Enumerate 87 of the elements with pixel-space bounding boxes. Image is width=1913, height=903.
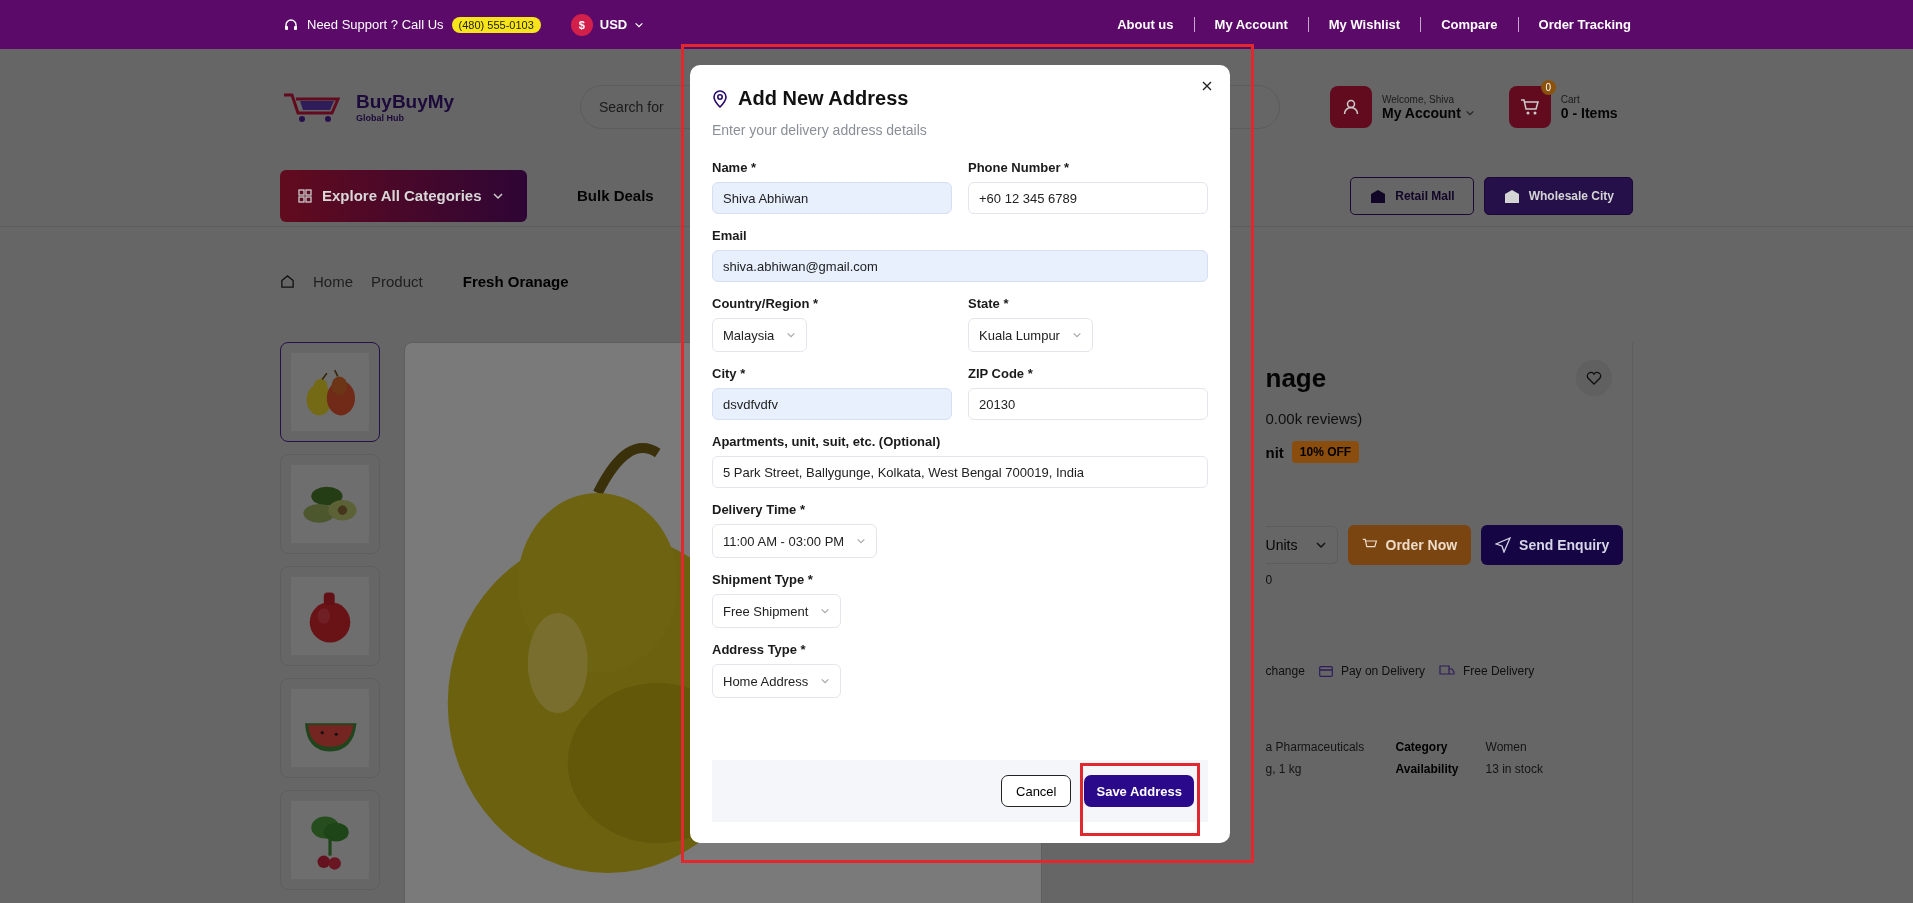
input-field[interactable]: Shiva Abhiwan <box>712 182 952 214</box>
thumbnail[interactable] <box>280 342 380 442</box>
dialog-title: Add New Address <box>738 87 909 110</box>
spec-label: Category <box>1395 740 1449 754</box>
store-button[interactable]: Wholesale City <box>1483 176 1633 215</box>
unit-select[interactable]: Units <box>1265 526 1338 564</box>
product-title: nage <box>1265 362 1327 394</box>
field-label: Country/Region * <box>712 296 820 311</box>
discount-tag: 10% OFF <box>1291 441 1360 463</box>
chevron-icon <box>1071 330 1082 340</box>
feature-text: Pay on Delivery <box>1340 664 1425 678</box>
cart-items: 0 - Items <box>1560 104 1618 121</box>
dropdown[interactable]: Kuala Lumpur <box>968 318 1093 352</box>
feature-text: change <box>1265 664 1305 678</box>
chevron-icon <box>1314 539 1327 551</box>
building-icon <box>1369 187 1388 204</box>
logo-tagline: Global Hub <box>356 113 405 123</box>
input-field[interactable]: +60 12 345 6789 <box>968 182 1208 214</box>
breadcrumb-item[interactable]: Fresh Oranage <box>462 272 569 290</box>
logo-name: BuyBuyMy <box>356 91 455 113</box>
spec-value: g, 1 kg <box>1265 762 1303 776</box>
spec-value: a Pharmaceuticals <box>1265 740 1366 754</box>
save-button[interactable]: Save Address <box>1084 775 1194 807</box>
dropdown[interactable]: Home Address <box>712 664 842 698</box>
cart-count: 0 <box>1540 80 1556 95</box>
user-icon[interactable] <box>1330 86 1372 128</box>
cart-icon[interactable] <box>1519 97 1540 117</box>
unit-text: nit <box>1265 443 1284 461</box>
send-icon <box>1495 537 1512 553</box>
price-text: 0 <box>1265 573 1274 587</box>
chevron-icon <box>820 676 831 686</box>
field-label: Address Type * <box>712 642 807 657</box>
account-link[interactable]: My Account <box>1382 104 1461 121</box>
spec-value: Women <box>1485 740 1528 754</box>
thumbnail[interactable] <box>280 454 380 554</box>
chevron-icon <box>856 536 867 546</box>
review-count: 0.00k reviews) <box>1265 410 1364 427</box>
spec-label: Availability <box>1395 762 1460 776</box>
field-label: ZIP Code * <box>968 366 1034 381</box>
enquiry-button[interactable]: Send Enquiry <box>1481 525 1624 565</box>
top-link[interactable]: My Account <box>1193 17 1308 32</box>
currency-selector[interactable]: USD <box>599 17 628 32</box>
field-label: Email <box>712 228 748 243</box>
dropdown[interactable]: Malaysia <box>712 318 808 352</box>
phone-number[interactable]: (480) 555-0103 <box>451 16 541 33</box>
input-field[interactable]: shiva.abhiwan@gmail.com <box>712 250 1208 282</box>
dropdown[interactable]: Free Shipment <box>712 594 842 628</box>
greeting-text: Welcome, Shiva <box>1382 93 1456 105</box>
cart-label: Cart <box>1560 93 1581 105</box>
field-label: Phone Number * <box>968 160 1071 175</box>
input-field[interactable]: 5 Park Street, Ballygunge, Kolkata, West Bengal 700019, India <box>712 456 1208 488</box>
top-link[interactable]: My Wishlist <box>1307 17 1421 32</box>
heart-icon <box>1586 370 1602 386</box>
building-icon <box>1502 187 1521 204</box>
thumbnail[interactable] <box>280 790 380 890</box>
headset-icon <box>283 16 299 33</box>
home-icon[interactable] <box>280 273 295 289</box>
categories-button[interactable]: Explore All Categories <box>280 169 527 222</box>
field-label: State * <box>968 296 1010 311</box>
dialog-subtitle: Enter your delivery address details <box>712 122 928 138</box>
nav-link[interactable]: Bulk Deals <box>577 187 654 204</box>
input-field[interactable]: 20130 <box>968 388 1208 420</box>
currency-symbol: $ <box>570 13 593 36</box>
location-pin-icon <box>712 89 728 108</box>
thumbnail[interactable] <box>280 566 380 666</box>
field-label: Apartments, unit, suit, etc. (Optional) <box>712 434 942 449</box>
field-label: City * <box>712 366 747 381</box>
thumbnail[interactable] <box>280 678 380 778</box>
input-field[interactable]: dsvdfvdfv <box>712 388 952 420</box>
feature-text: Free Delivery <box>1462 664 1535 678</box>
top-link[interactable]: Order Tracking <box>1517 17 1631 32</box>
cancel-button[interactable]: Cancel <box>1001 775 1072 807</box>
truck-icon <box>1438 665 1455 677</box>
order-button[interactable]: Order Now <box>1347 525 1472 565</box>
chevron-icon <box>820 606 831 616</box>
top-link[interactable]: Compare <box>1420 17 1518 32</box>
wishlist-button[interactable] <box>1576 360 1612 396</box>
top-link[interactable]: About us <box>1097 17 1194 32</box>
chevron-icon <box>786 330 797 340</box>
spec-value: 13 in stock <box>1485 762 1544 776</box>
field-label: Shipment Type * <box>712 572 814 587</box>
card-icon <box>1318 665 1333 677</box>
field-label: Name * <box>712 160 758 175</box>
dropdown[interactable]: 11:00 AM - 03:00 PM <box>712 524 878 558</box>
support-text: Need Support ? Call Us <box>307 17 444 32</box>
grid-icon <box>298 188 312 203</box>
field-label: Delivery Time * <box>712 502 806 517</box>
